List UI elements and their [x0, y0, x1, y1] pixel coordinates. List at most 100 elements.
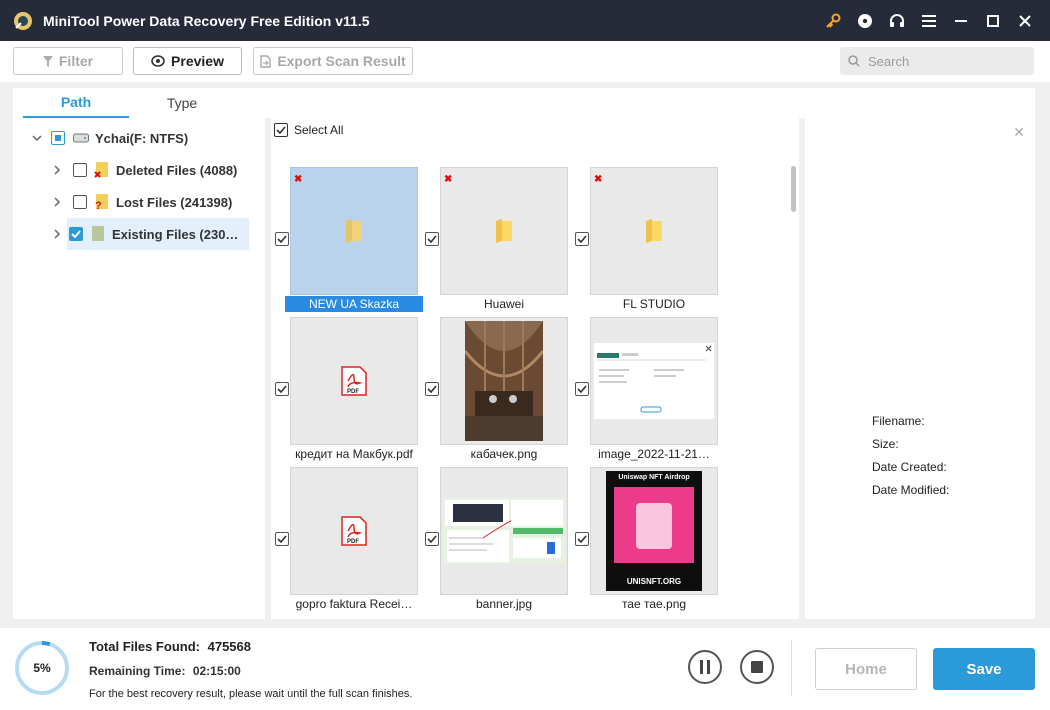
existing-files-label: Existing Files (230…: [112, 226, 239, 242]
nft-thumb-footer: UNISNFT.ORG: [626, 577, 682, 586]
size-label: Size:: [872, 437, 899, 451]
maximize-icon[interactable]: [984, 12, 1002, 30]
disc-icon[interactable]: [856, 12, 874, 30]
deleted-folder-icon: [94, 162, 108, 178]
grid-item[interactable]: ✖ Huawei: [423, 167, 568, 315]
folder-icon: [346, 219, 362, 243]
pause-button[interactable]: [688, 650, 722, 684]
item-checkbox[interactable]: [425, 232, 439, 246]
tree-item-existing-files[interactable]: Existing Files (230…: [53, 218, 249, 250]
item-name: кредит на Макбук.pdf: [295, 447, 413, 461]
key-icon[interactable]: [824, 12, 842, 30]
tree-item-deleted-files[interactable]: Deleted Files (4088): [51, 154, 251, 186]
pdf-icon: PDF: [341, 516, 367, 546]
grid-item[interactable]: banner.jpg: [423, 467, 568, 615]
export-scan-result-button[interactable]: Export Scan Result: [253, 47, 413, 75]
headphones-icon[interactable]: [888, 12, 906, 30]
filter-button-label: Filter: [58, 53, 94, 69]
grid-item[interactable]: image_2022-11-21…: [573, 317, 718, 465]
item-checkbox[interactable]: [575, 232, 589, 246]
item-name: тае тае.png: [621, 597, 687, 611]
svg-text:PDF: PDF: [347, 539, 359, 545]
item-name: NEW UA Skazka: [285, 296, 423, 312]
svg-text:PDF: PDF: [347, 389, 359, 395]
search-input[interactable]: [868, 53, 1018, 69]
existing-folder-icon: [92, 226, 104, 241]
thumbnail[interactable]: Uniswap NFT Airdrop UNISNFT.ORG: [590, 467, 718, 595]
remaining-time-label: Remaining Time:: [89, 664, 186, 678]
item-checkbox[interactable]: [425, 382, 439, 396]
deleted-files-checkbox[interactable]: [73, 163, 87, 177]
deleted-marker-icon: ✖: [294, 174, 303, 185]
banner-thumbnail: [443, 498, 565, 564]
tree-item-lost-files[interactable]: ? Lost Files (241398): [51, 186, 251, 218]
window-title: MiniTool Power Data Recovery Free Editio…: [43, 12, 370, 29]
grid-item[interactable]: PDF gopro faktura Recei…: [273, 467, 418, 615]
home-button[interactable]: Home: [815, 648, 917, 690]
thumbnail[interactable]: PDF: [290, 467, 418, 595]
remaining-time-value: 02:15:00: [192, 664, 241, 678]
grid-item[interactable]: Uniswap NFT Airdrop UNISNFT.ORG тае тае.…: [573, 467, 718, 615]
thumbnail[interactable]: PDF: [290, 317, 418, 445]
grid-item[interactable]: кабачек.png: [423, 317, 568, 465]
status-separator: [791, 640, 792, 696]
thumbnail[interactable]: [590, 317, 718, 445]
stop-button[interactable]: [740, 650, 774, 684]
remaining-time: Remaining Time: 02:15:00: [89, 664, 241, 678]
item-name: кабачек.png: [470, 447, 538, 461]
item-checkbox[interactable]: [575, 382, 589, 396]
view-tabs: Path Type: [13, 88, 265, 118]
tab-type[interactable]: Type: [129, 88, 235, 118]
export-icon: [260, 54, 272, 68]
item-name: FL STUDIO: [622, 297, 686, 311]
date-modified-label: Date Modified:: [872, 483, 950, 497]
minimize-icon[interactable]: [952, 12, 970, 30]
scan-note: For the best recovery result, please wai…: [89, 688, 413, 700]
item-checkbox[interactable]: [425, 532, 439, 546]
filter-icon: [42, 55, 53, 67]
preview-button[interactable]: Preview: [133, 47, 242, 75]
select-all-checkbox[interactable]: [274, 123, 288, 137]
close-preview-icon[interactable]: ✕: [1013, 124, 1025, 141]
grid-item[interactable]: ✖ FL STUDIO: [573, 167, 718, 315]
scrollbar-thumb[interactable]: [791, 166, 796, 212]
item-checkbox[interactable]: [575, 532, 589, 546]
grid-scrollbar[interactable]: [789, 118, 799, 619]
eye-icon: [151, 55, 165, 67]
export-button-label: Export Scan Result: [277, 53, 406, 69]
thumbnail[interactable]: ✖: [590, 167, 718, 295]
lost-files-checkbox[interactable]: [73, 195, 87, 209]
thumbnail[interactable]: ✖: [440, 167, 568, 295]
tab-path[interactable]: Path: [23, 88, 129, 118]
status-bar: 5% Total Files Found: 475568 Remaining T…: [0, 628, 1050, 710]
folder-icon: [646, 219, 662, 243]
thumbnail[interactable]: ✖: [290, 167, 418, 295]
screenshot-thumbnail: [594, 343, 714, 419]
pdf-icon: PDF: [341, 366, 367, 396]
tree-root[interactable]: Ychai(F: NTFS): [31, 122, 261, 154]
lost-files-label: Lost Files (241398): [116, 194, 233, 210]
filter-button[interactable]: Filter: [13, 47, 123, 75]
close-icon[interactable]: [1016, 12, 1034, 30]
chevron-right-icon[interactable]: [51, 196, 63, 208]
save-button[interactable]: Save: [933, 648, 1035, 690]
preview-button-label: Preview: [171, 53, 224, 69]
item-checkbox[interactable]: [275, 532, 289, 546]
root-checkbox[interactable]: [51, 131, 65, 145]
chevron-right-icon[interactable]: [51, 164, 63, 176]
thumbnail[interactable]: [440, 467, 568, 595]
existing-files-checkbox[interactable]: [69, 227, 83, 241]
select-all[interactable]: Select All: [274, 123, 343, 137]
file-info: Filename: Size: Date Created: Date Modif…: [872, 410, 949, 502]
item-checkbox[interactable]: [275, 382, 289, 396]
deleted-marker-icon: ✖: [594, 174, 603, 185]
chevron-down-icon[interactable]: [31, 132, 43, 144]
grid-item[interactable]: ✖ NEW UA Skazka: [273, 167, 423, 315]
grid-item[interactable]: PDF кредит на Макбук.pdf: [273, 317, 418, 465]
item-checkbox[interactable]: [275, 232, 289, 246]
item-name: Huawei: [483, 297, 525, 311]
thumbnail[interactable]: [440, 317, 568, 445]
item-name: gopro faktura Recei…: [295, 597, 413, 611]
chevron-right-icon[interactable]: [51, 228, 63, 240]
menu-icon[interactable]: [920, 12, 938, 30]
